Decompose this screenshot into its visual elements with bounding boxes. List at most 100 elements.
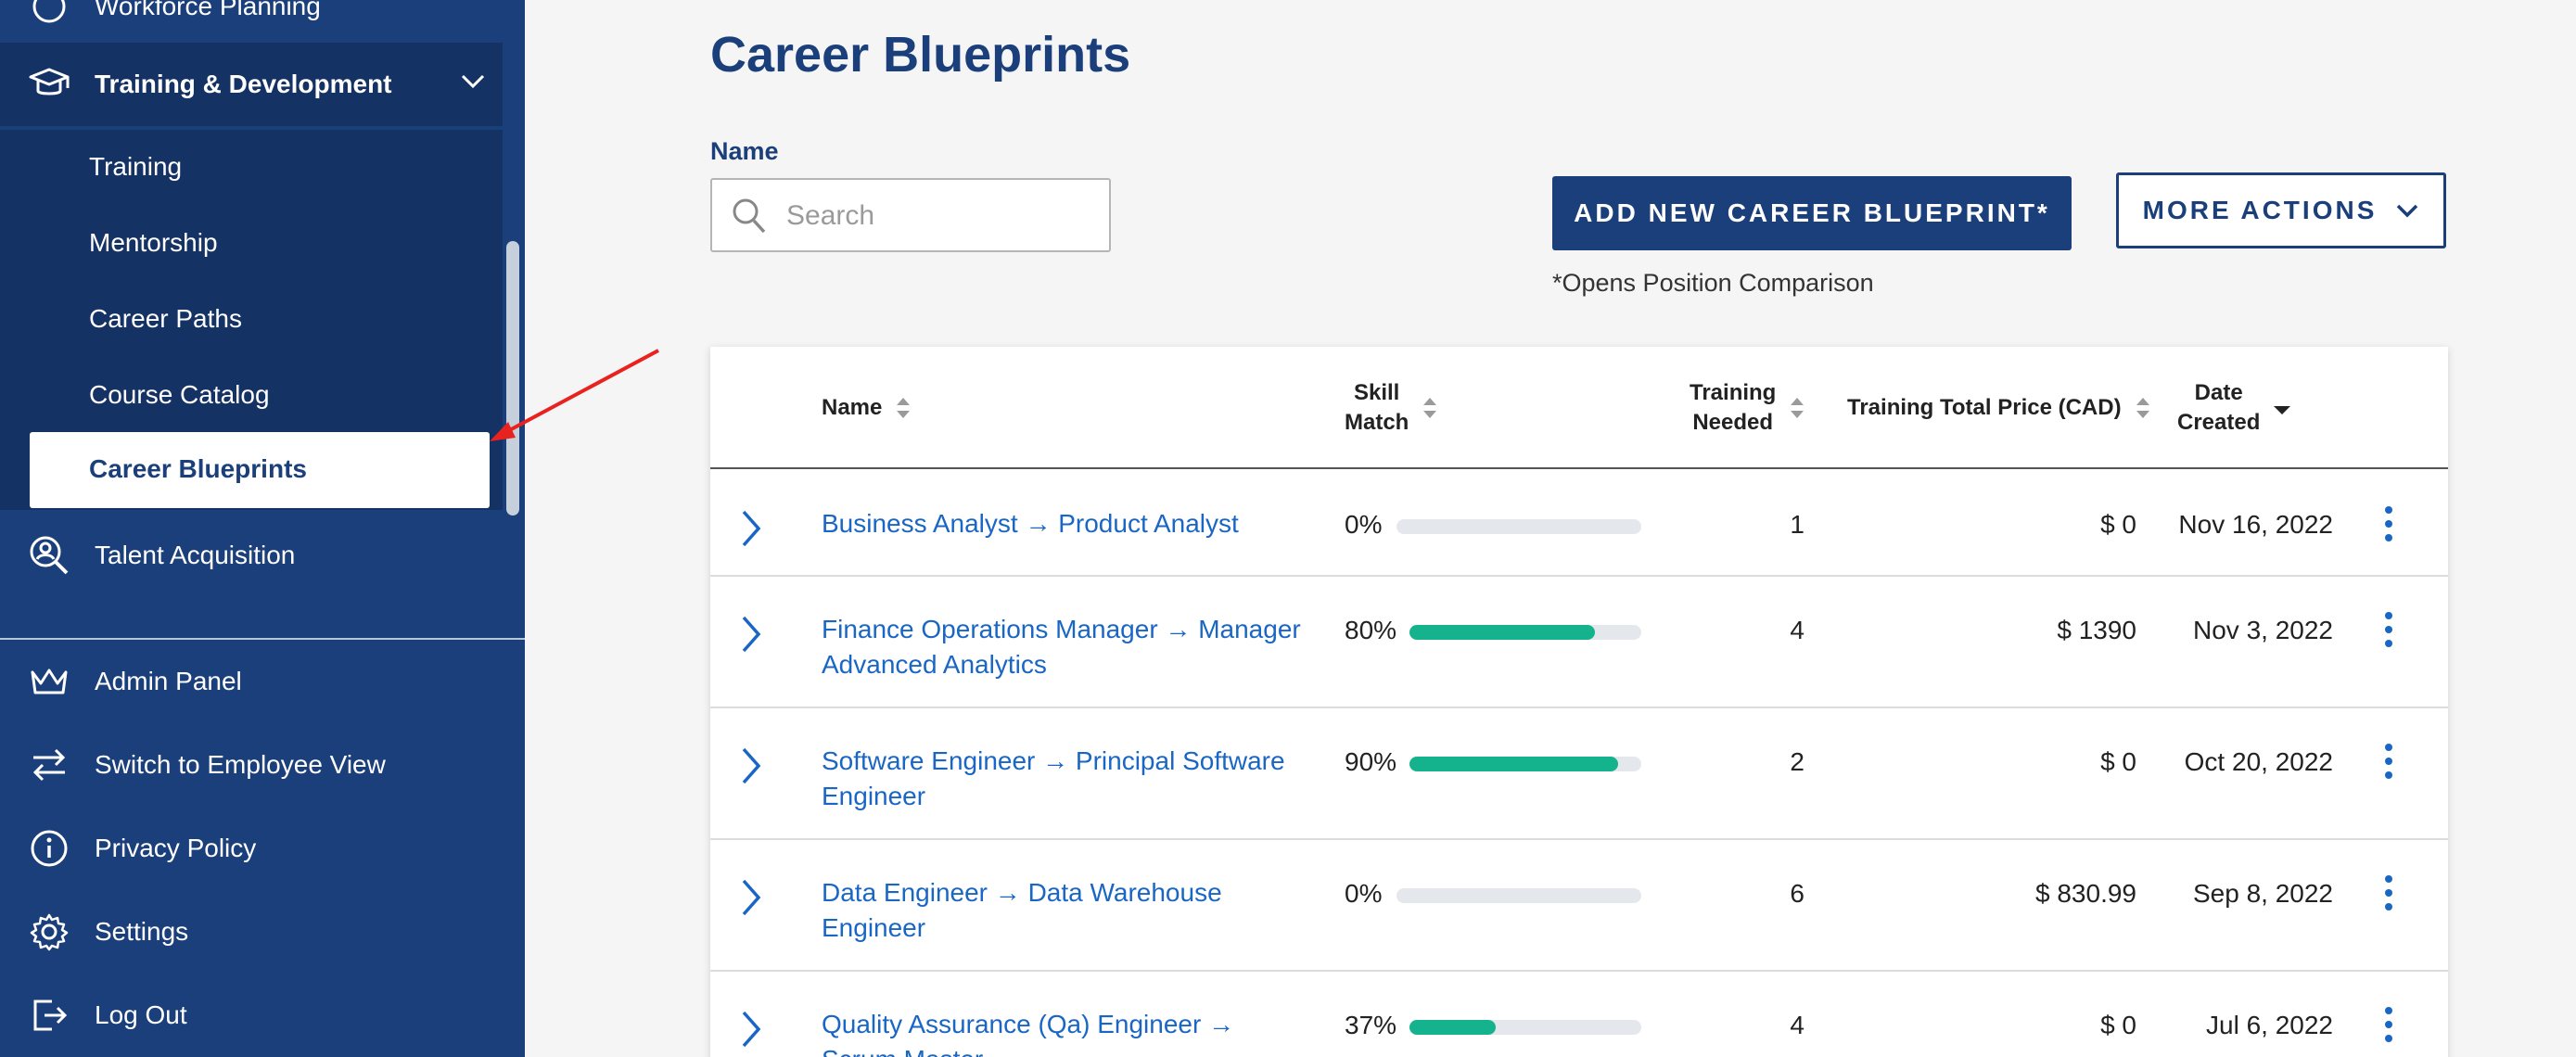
training-needed-count: 1 — [1790, 510, 1804, 539]
skill-match-bar-fill — [1409, 757, 1618, 771]
skill-match-bar — [1409, 757, 1641, 771]
swap-arrows-icon — [28, 744, 70, 786]
blueprint-name-link[interactable]: Data Engineer → Data Warehouse Engineer — [822, 875, 1313, 946]
add-button-note: *Opens Position Comparison — [1552, 269, 1874, 297]
skill-match-bar-fill — [1409, 625, 1595, 640]
add-career-blueprint-button[interactable]: ADD NEW CAREER BLUEPRINT* — [1552, 176, 2072, 250]
training-needed-count: 6 — [1790, 879, 1804, 908]
row-actions-kebab-icon[interactable] — [2385, 1007, 2394, 1049]
page-title: Career Blueprints — [710, 27, 1131, 83]
sort-icon — [1789, 395, 1805, 421]
date-created: Nov 3, 2022 — [2193, 616, 2333, 644]
table-row[interactable]: Business Analyst → Product Analyst 0% 1 $ 0… — [710, 471, 2448, 577]
sidebar-item-label: Talent Acquisition — [95, 541, 296, 569]
row-actions-kebab-icon[interactable] — [2385, 506, 2394, 548]
search-person-icon — [28, 534, 70, 577]
table-row[interactable]: Quality Assurance (Qa) Engineer → Scrum … — [710, 972, 2448, 1057]
column-header-label: Date Created — [2177, 380, 2261, 435]
sort-icon — [2135, 395, 2151, 421]
sidebar-item-talent-acquisition[interactable]: Talent Acquisition — [0, 514, 503, 597]
skill-match-bar — [1409, 1020, 1641, 1035]
training-total-price: $ 1390 — [2057, 616, 2136, 644]
column-header-training-needed[interactable]: Training Needed — [1690, 378, 1805, 438]
sidebar-subitem-mentorship[interactable]: Mentorship — [89, 228, 218, 258]
table-row[interactable]: Software Engineer → Principal Software E… — [710, 708, 2448, 840]
expand-chevron-icon[interactable] — [740, 877, 762, 923]
blueprint-name-link[interactable]: Finance Operations Manager → Manager Adv… — [822, 612, 1313, 682]
sidebar-scrollbar[interactable] — [506, 241, 519, 516]
column-header-name[interactable]: Name — [822, 393, 912, 423]
chevron-down-icon[interactable] — [460, 72, 486, 96]
blueprint-name-link[interactable]: Quality Assurance (Qa) Engineer → Scrum … — [822, 1007, 1313, 1057]
sidebar-item-log-out[interactable]: Log Out — [0, 974, 503, 1057]
sidebar-item-workforce-planning[interactable]: Workforce Planning — [0, 0, 503, 48]
skill-match-bar — [1396, 519, 1641, 534]
logout-icon — [28, 994, 70, 1037]
table-row[interactable]: Finance Operations Manager → Manager Adv… — [710, 577, 2448, 708]
training-total-price: $ 830.99 — [2035, 879, 2136, 908]
column-header-date-created[interactable]: Date Created — [2177, 378, 2291, 438]
sidebar-item-label: Switch to Employee View — [95, 750, 386, 779]
column-header-label: Training Needed — [1690, 380, 1777, 435]
sidebar-item-label: Admin Panel — [95, 667, 242, 695]
circle-icon — [28, 0, 70, 28]
sidebar-item-label: Privacy Policy — [95, 834, 257, 862]
date-created: Jul 6, 2022 — [2206, 1011, 2333, 1039]
more-actions-button[interactable]: MORE ACTIONS — [2116, 172, 2446, 248]
column-header-label: Training Total Price (CAD) — [1847, 395, 2122, 420]
table-header: Name Skill Match Training Needed Training … — [710, 347, 2448, 469]
row-actions-kebab-icon[interactable] — [2385, 744, 2394, 785]
column-header-skill-match[interactable]: Skill Match — [1345, 378, 1438, 438]
sidebar-subitem-training[interactable]: Training — [89, 152, 182, 182]
sidebar-active-label: Career Blueprints — [89, 454, 307, 483]
career-blueprints-table: Name Skill Match Training Needed Training … — [710, 347, 2448, 1057]
sort-icon — [895, 395, 912, 421]
blueprint-name-link[interactable]: Business Analyst → Product Analyst — [822, 506, 1313, 541]
skill-match-bar — [1409, 625, 1641, 640]
date-created: Sep 8, 2022 — [2192, 879, 2333, 908]
sidebar-section-label: Training & Development — [95, 70, 392, 98]
column-header-label: Name — [822, 395, 883, 420]
more-actions-label: MORE ACTIONS — [2142, 196, 2378, 224]
sidebar-item-switch-view[interactable]: Switch to Employee View — [0, 723, 503, 807]
expand-chevron-icon[interactable] — [740, 745, 762, 791]
sidebar-item-training-development[interactable]: Training & Development — [0, 43, 503, 126]
sidebar-item-label: Log Out — [95, 1000, 187, 1029]
row-actions-kebab-icon[interactable] — [2385, 875, 2394, 917]
search-icon — [731, 197, 768, 240]
sidebar-scroll-area: Workforce Planning Training & Developmen… — [0, 0, 525, 638]
column-header-label: Skill Match — [1345, 380, 1409, 435]
sidebar-item-label: Settings — [95, 917, 189, 946]
date-created: Nov 16, 2022 — [2178, 510, 2333, 539]
sidebar-subitem-career-blueprints[interactable]: Career Blueprints — [30, 432, 490, 508]
sidebar-item-settings[interactable]: Settings — [0, 890, 503, 974]
crown-icon — [28, 660, 70, 703]
sidebar-item-admin-panel[interactable]: Admin Panel — [0, 640, 503, 723]
table-row[interactable]: Data Engineer → Data Warehouse Engineer 0… — [710, 840, 2448, 972]
sidebar-subitem-career-paths[interactable]: Career Paths — [89, 304, 242, 334]
sidebar-item-privacy-policy[interactable]: Privacy Policy — [0, 807, 503, 890]
column-header-training-price[interactable]: Training Total Price (CAD) — [1847, 393, 2151, 423]
sort-desc-icon — [2273, 395, 2291, 421]
date-created: Oct 20, 2022 — [2184, 747, 2333, 776]
expand-chevron-icon[interactable] — [740, 614, 762, 659]
blueprint-name-link[interactable]: Software Engineer → Principal Software E… — [822, 744, 1313, 814]
skill-match-bar-fill — [1409, 1020, 1496, 1035]
training-needed-count: 4 — [1790, 1011, 1804, 1039]
training-needed-count: 4 — [1790, 616, 1804, 644]
skill-match-percent: 37% — [1345, 1011, 1397, 1039]
training-needed-count: 2 — [1790, 747, 1804, 776]
sidebar: Workforce Planning Training & Developmen… — [0, 0, 525, 1057]
search-input-wrapper[interactable] — [710, 178, 1111, 252]
row-actions-kebab-icon[interactable] — [2385, 612, 2394, 654]
expand-chevron-icon[interactable] — [740, 508, 762, 554]
search-input[interactable] — [786, 197, 1092, 236]
sort-icon — [1422, 395, 1438, 421]
sidebar-subitem-course-catalog[interactable]: Course Catalog — [89, 380, 270, 410]
chevron-down-icon — [2395, 196, 2419, 225]
skill-match-bar — [1396, 888, 1641, 903]
expand-chevron-icon[interactable] — [740, 1009, 762, 1054]
skill-match-percent: 80% — [1345, 616, 1397, 644]
graduation-cap-icon — [28, 63, 70, 106]
name-filter-label: Name — [710, 137, 779, 165]
